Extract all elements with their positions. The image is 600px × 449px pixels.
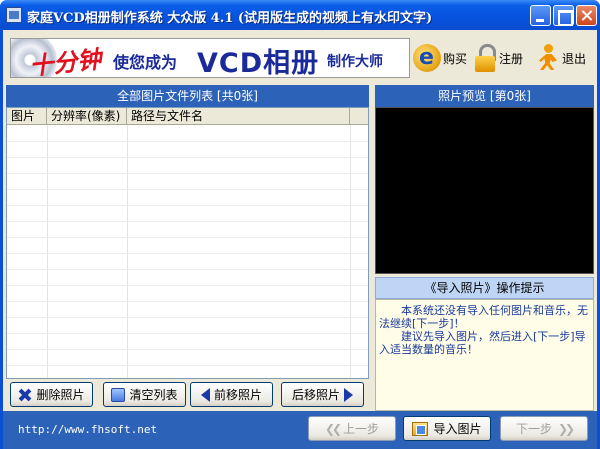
client-area: 十分钟 使您成为 VCD相册 制作大师 购买 注册 退出 全部图片文件列表 [共… xyxy=(3,30,597,449)
grid-line xyxy=(47,125,48,378)
delete-photo-button[interactable]: 删除照片 xyxy=(10,382,93,407)
banner-slogan-tail: 制作大师 xyxy=(327,54,383,70)
file-list-header: 全部图片文件列表 [共0张] xyxy=(6,85,369,107)
grid-row-line xyxy=(7,173,368,174)
arrow-left-icon xyxy=(200,387,210,402)
file-list-table[interactable]: 图片 分辨率(像素) 路径与文件名 xyxy=(6,107,369,379)
window-title: 家庭VCD相册制作系统 大众版 4.1 (试用版生成的视频上有水印文字) xyxy=(27,11,433,26)
grid-row-line xyxy=(7,237,368,238)
column-header-path[interactable]: 路径与文件名 xyxy=(127,108,350,125)
grid-row-line xyxy=(7,349,368,350)
tips-line-2: 建议先导入图片，然后进入[下一步]导入适当数量的音乐！ xyxy=(379,330,586,356)
banner-slogan-vcd: VCD相册 xyxy=(197,48,320,78)
double-left-icon: ❮❮ xyxy=(324,421,342,436)
grid-row-line xyxy=(7,205,368,206)
register-label: 注册 xyxy=(499,51,524,66)
grid-line xyxy=(350,125,351,378)
move-forward-label: 前移照片 xyxy=(213,388,262,402)
next-step-button[interactable]: 下一步 ❯❯ xyxy=(500,416,588,441)
grid-row-line xyxy=(7,269,368,270)
banner-slogan-mid: 使您成为 xyxy=(113,53,178,72)
exit-button[interactable]: 退出 xyxy=(536,42,586,74)
close-button[interactable] xyxy=(576,5,597,26)
list-button-bar: 删除照片 清空列表 前移照片 后移照片 xyxy=(6,379,369,411)
import-folder-icon xyxy=(412,421,429,436)
double-right-icon: ❯❯ xyxy=(557,421,575,436)
preview-header: 照片预览 [第0张] xyxy=(375,85,594,107)
previous-step-button[interactable]: ❮❮ 上一步 xyxy=(308,416,396,441)
register-button[interactable]: 注册 xyxy=(475,42,523,74)
maximize-button[interactable] xyxy=(553,5,574,26)
grid-row-line xyxy=(7,221,368,222)
arrow-right-icon xyxy=(344,387,353,402)
banner: 十分钟 使您成为 VCD相册 制作大师 xyxy=(10,38,410,78)
app-icon xyxy=(6,7,22,23)
clear-list-icon xyxy=(111,387,126,402)
buy-label: 购买 xyxy=(443,51,468,66)
tips-header: 《导入照片》操作提示 xyxy=(375,277,594,299)
clear-list-button[interactable]: 清空列表 xyxy=(103,382,186,407)
move-back-button[interactable]: 后移照片 xyxy=(281,382,364,407)
column-header-resolution[interactable]: 分辨率(像素) xyxy=(47,108,127,125)
title-bar[interactable]: 家庭VCD相册制作系统 大众版 4.1 (试用版生成的视频上有水印文字) xyxy=(0,0,600,30)
grid-row-line xyxy=(7,365,368,366)
buy-button[interactable]: 购买 xyxy=(413,42,467,74)
grid-row-line xyxy=(7,141,368,142)
grid-row-line xyxy=(7,189,368,190)
minimize-button[interactable] xyxy=(530,5,551,26)
delete-photo-label: 删除照片 xyxy=(36,388,85,402)
grid-row-line xyxy=(7,301,368,302)
import-images-button[interactable]: 导入图片 xyxy=(403,416,491,441)
move-forward-button[interactable]: 前移照片 xyxy=(190,382,273,407)
move-back-label: 后移照片 xyxy=(291,388,340,402)
delete-x-icon xyxy=(18,388,32,402)
grid-row-line xyxy=(7,333,368,334)
app-window: 家庭VCD相册制作系统 大众版 4.1 (试用版生成的视频上有水印文字) 十分钟… xyxy=(0,0,600,449)
internet-buy-icon xyxy=(413,44,441,72)
import-images-label: 导入图片 xyxy=(433,422,482,436)
tips-body: 本系统还没有导入任何图片和音乐，无法继续[下一步]！ 建议先导入图片，然后进入[… xyxy=(375,299,594,411)
photo-preview xyxy=(375,107,594,274)
column-header-image[interactable]: 图片 xyxy=(7,108,47,125)
grid-row-line xyxy=(7,253,368,254)
grid-row-line xyxy=(7,317,368,318)
grid-row-line xyxy=(7,285,368,286)
previous-step-label: 上一步 xyxy=(343,422,380,436)
column-header-filler xyxy=(350,108,368,125)
grid-line xyxy=(127,125,128,378)
grid-row-line xyxy=(7,157,368,158)
lock-icon xyxy=(475,44,497,72)
tips-line-1: 本系统还没有导入任何图片和音乐，无法继续[下一步]！ xyxy=(379,304,588,330)
next-step-label: 下一步 xyxy=(515,422,552,436)
banner-slogan-red: 十分钟 xyxy=(27,44,103,78)
exit-label: 退出 xyxy=(562,51,587,66)
clear-list-label: 清空列表 xyxy=(129,388,178,402)
running-man-icon xyxy=(536,44,560,72)
website-url: http://www.fhsoft.net xyxy=(18,423,158,436)
